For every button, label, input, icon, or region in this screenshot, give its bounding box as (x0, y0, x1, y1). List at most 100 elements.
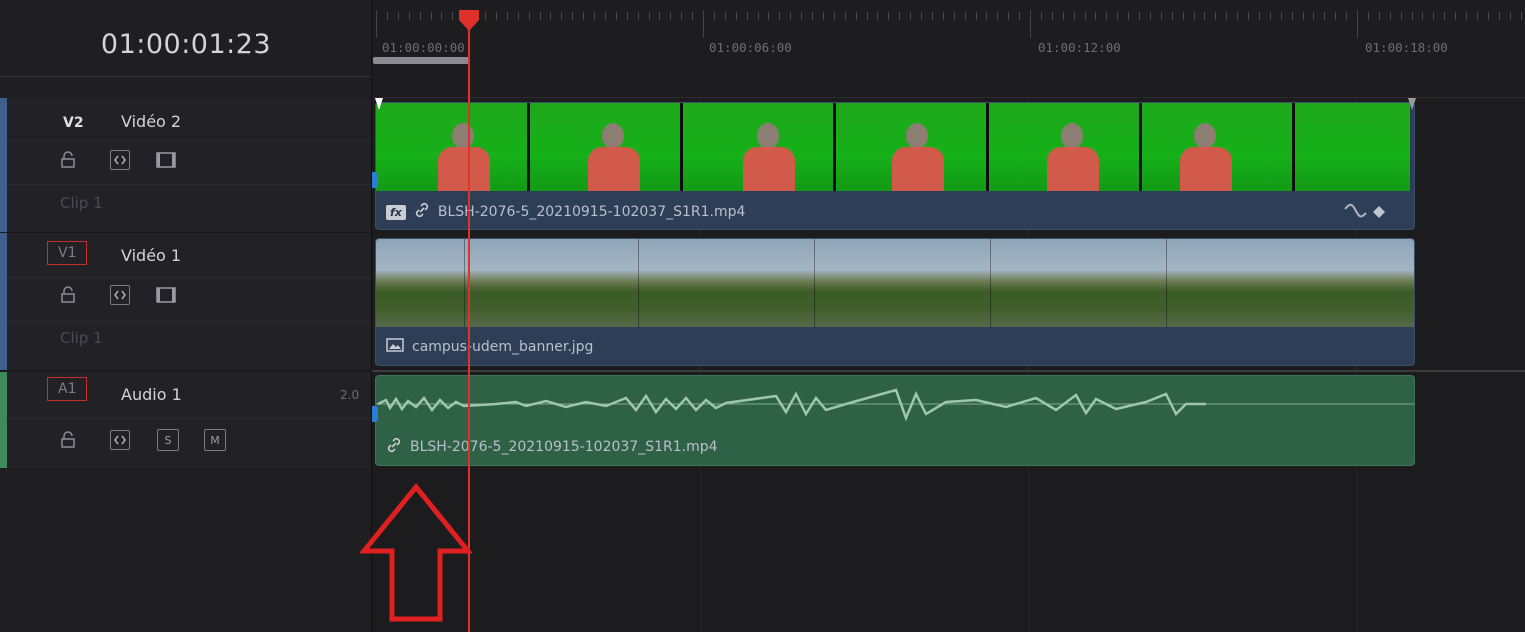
ruler-tick (910, 12, 912, 20)
ruler-label-2: 01:00:12:00 (1038, 40, 1121, 55)
mute-button[interactable]: M (204, 429, 226, 451)
ruler-tick (866, 12, 868, 20)
thumbnail (1142, 103, 1295, 191)
current-timecode[interactable]: 01:00:01:23 (0, 0, 372, 76)
curve-icon[interactable] (1344, 203, 1368, 223)
lock-icon[interactable] (58, 430, 78, 450)
ruler-tick (1193, 12, 1195, 20)
track-enable-icon[interactable] (155, 285, 177, 305)
auto-select-icon[interactable] (110, 430, 130, 450)
track-clip-count-v2: Clip 1 (60, 194, 103, 212)
clip-filename-v1: campus-udem_banner.jpg (412, 339, 594, 355)
thumbnail-segment (990, 239, 1166, 327)
ruler-tick (713, 12, 715, 20)
ruler-tick (419, 12, 421, 20)
ruler-tick (1171, 12, 1173, 20)
ruler-tick (572, 12, 574, 20)
clip-filename-a1: BLSH-2076-5_20210915-102037_S1R1.mp4 (410, 439, 718, 455)
ruler-tick (1378, 12, 1380, 20)
ruler-tick (594, 12, 595, 20)
ruler-tick (801, 12, 803, 20)
ruler-tick (1422, 12, 1424, 20)
ruler-tick (1476, 12, 1478, 20)
track-enable-icon[interactable] (155, 150, 177, 170)
thumbnail (530, 103, 683, 191)
timeline-ruler[interactable]: 01:00:00:00 01:00:06:00 01:00:12:00 01:0… (372, 0, 1525, 98)
clip-label-v2: fx BLSH-2076-5_20210915-102037_S1R1.mp4 (386, 202, 745, 222)
ruler-tick (506, 12, 508, 20)
ruler-tick (1302, 12, 1304, 20)
ruler-tick (1367, 12, 1369, 20)
track-name-v1[interactable]: Vidéo 1 (121, 246, 181, 265)
ruler-tick (1073, 12, 1075, 20)
thumbnail (683, 103, 836, 191)
ruler-tick (1237, 12, 1239, 20)
ruler-tick (779, 12, 781, 20)
thumbnail (836, 103, 989, 191)
ruler-tick (1062, 12, 1064, 20)
trim-handle[interactable] (372, 172, 378, 188)
ruler-tick (1258, 12, 1260, 20)
ruler-label-1: 01:00:06:00 (709, 40, 792, 55)
ruler-tick (648, 12, 650, 20)
ruler-tick (583, 12, 585, 20)
ruler-tick (1433, 12, 1435, 20)
ruler-tick (1335, 12, 1337, 20)
fx-badge[interactable]: fx (386, 204, 406, 220)
track-id-v1[interactable]: V1 (47, 241, 88, 265)
ruler-label-3: 01:00:18:00 (1365, 40, 1448, 55)
ruler-tick (408, 12, 410, 20)
auto-select-icon[interactable] (110, 285, 130, 305)
thumbnail (989, 103, 1142, 191)
annotation-arrow-icon (360, 483, 472, 622)
track-color-edge (0, 98, 7, 232)
ruler-tick (1051, 12, 1053, 20)
lock-icon[interactable] (58, 150, 78, 170)
ruler-tick (528, 12, 530, 20)
timecode-panel: 01:00:01:23 (0, 0, 372, 98)
ruler-tick (681, 12, 683, 20)
clip-a1[interactable]: BLSH-2076-5_20210915-102037_S1R1.mp4 (375, 375, 1415, 466)
solo-button[interactable]: S (157, 429, 179, 451)
ruler-tick (637, 12, 639, 20)
playhead-handle[interactable] (458, 10, 480, 32)
clip-v2[interactable]: fx BLSH-2076-5_20210915-102037_S1R1.mp4 (375, 102, 1415, 230)
link-icon (386, 437, 402, 457)
ruler-tick (1411, 12, 1413, 20)
keyframe-icon[interactable] (1372, 204, 1386, 223)
track-header-v1[interactable]: V1 Vidéo 1 Clip 1 (0, 233, 372, 370)
lock-icon[interactable] (58, 285, 78, 305)
in-out-range-bar[interactable] (373, 57, 470, 64)
ruler-tick (1324, 12, 1326, 20)
ruler-tick (604, 12, 606, 20)
track-name-v2[interactable]: Vidéo 2 (121, 112, 181, 131)
track-clip-count-v1: Clip 1 (60, 329, 103, 347)
trim-handle[interactable] (372, 406, 378, 422)
ruler-tick (1280, 12, 1282, 20)
timeline-area[interactable]: fx BLSH-2076-5_20210915-102037_S1R1.mp4 … (372, 98, 1525, 632)
ruler-tick (1357, 10, 1358, 38)
ruler-tick (1520, 12, 1522, 20)
ruler-tick (1226, 12, 1228, 20)
track-name-a1[interactable]: Audio 1 (121, 385, 182, 404)
ruler-tick (692, 12, 694, 20)
ruler-tick (659, 12, 661, 20)
track-header-v2[interactable]: V2 Vidéo 2 Clip 1 (0, 98, 372, 232)
image-icon (386, 338, 404, 356)
ruler-tick (790, 12, 792, 20)
ruler-tick (964, 12, 966, 20)
clip-filename-v2: BLSH-2076-5_20210915-102037_S1R1.mp4 (437, 204, 746, 220)
ruler-tick (888, 12, 890, 20)
thumbnail-segment (638, 239, 814, 327)
clip-v1[interactable]: campus-udem_banner.jpg (375, 238, 1415, 366)
clip-thumbnails (376, 103, 1410, 193)
ruler-tick (386, 12, 388, 20)
track-id-v2[interactable]: V2 (63, 115, 84, 131)
track-header-a1[interactable]: A1 Audio 1 2.0 S M (0, 372, 372, 468)
auto-select-icon[interactable] (110, 150, 130, 170)
ruler-tick (1313, 12, 1315, 20)
track-id-a1[interactable]: A1 (47, 377, 88, 401)
ruler-tick (376, 10, 377, 38)
ruler-tick (561, 12, 563, 20)
ruler-tick (441, 12, 443, 20)
